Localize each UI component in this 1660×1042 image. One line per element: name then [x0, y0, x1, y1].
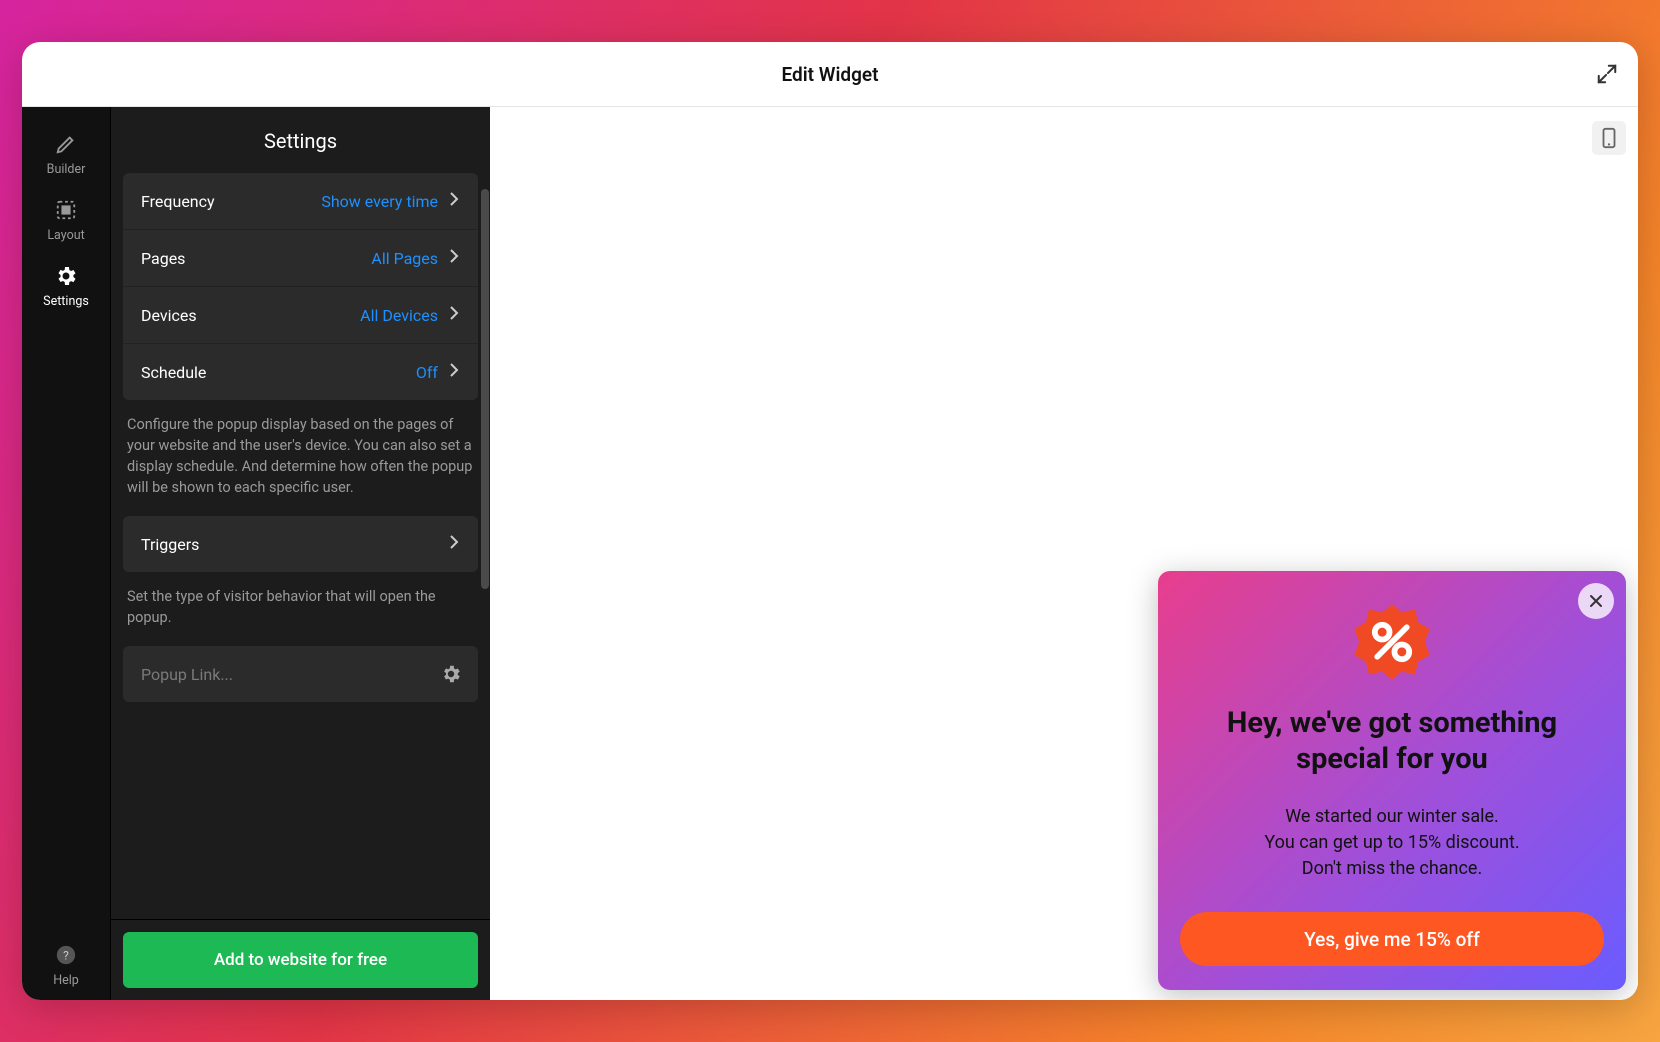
row-schedule[interactable]: Schedule Off [123, 344, 478, 400]
row-pages-value: All Pages [371, 249, 438, 268]
row-schedule-label: Schedule [141, 363, 416, 382]
row-triggers[interactable]: Triggers [123, 516, 478, 572]
rail-builder-label: Builder [47, 162, 86, 177]
panel-title: Settings [111, 107, 490, 173]
panel-scroll[interactable]: Frequency Show every time Pages All Page… [111, 173, 490, 919]
panel-scrollbar[interactable] [481, 189, 489, 589]
rail-help-label: Help [53, 973, 79, 988]
row-schedule-value: Off [416, 363, 438, 382]
expand-icon [1596, 63, 1618, 85]
chevron-right-icon [448, 534, 460, 554]
panel-bottom-bar: Add to website for free [111, 919, 490, 1000]
row-pages[interactable]: Pages All Pages [123, 230, 478, 287]
popup-body-line3: Don't miss the chance. [1302, 858, 1482, 879]
preview-canvas: Hey, we've got something special for you… [490, 107, 1638, 1000]
rail-builder[interactable]: Builder [22, 121, 110, 187]
pencil-icon [53, 131, 79, 157]
display-settings-description: Configure the popup display based on the… [123, 406, 478, 516]
popup-close-button[interactable] [1578, 583, 1614, 619]
row-frequency-label: Frequency [141, 192, 321, 211]
settings-panel: Settings Frequency Show every time Pages… [110, 107, 490, 1000]
help-icon: ? [53, 942, 79, 968]
triggers-card: Triggers [123, 516, 478, 572]
popup-body-line2: You can get up to 15% discount. [1264, 832, 1519, 853]
triggers-description: Set the type of visitor behavior that wi… [123, 578, 478, 646]
phone-icon [1601, 127, 1617, 149]
add-to-website-button[interactable]: Add to website for free [123, 932, 478, 988]
popup-body: We started our winter sale. You can get … [1180, 804, 1604, 882]
row-triggers-label: Triggers [141, 535, 448, 554]
layout-icon [53, 197, 79, 223]
gear-icon [53, 263, 79, 289]
popup-body-line1: We started our winter sale. [1285, 806, 1499, 827]
row-devices-value: All Devices [360, 306, 438, 325]
rail-layout[interactable]: Layout [22, 187, 110, 253]
popup-link-settings-button[interactable] [436, 659, 466, 689]
popup-cta-button[interactable]: Yes, give me 15% off [1180, 912, 1604, 966]
window-title: Edit Widget [781, 63, 878, 86]
popup-preview: Hey, we've got something special for you… [1158, 571, 1626, 990]
rail-settings[interactable]: Settings [22, 253, 110, 319]
row-pages-label: Pages [141, 249, 371, 268]
chevron-right-icon [448, 362, 460, 382]
row-frequency-value: Show every time [321, 192, 438, 211]
popup-heading: Hey, we've got something special for you [1180, 705, 1604, 778]
row-frequency[interactable]: Frequency Show every time [123, 173, 478, 230]
expand-button[interactable] [1592, 59, 1622, 89]
chevron-right-icon [448, 248, 460, 268]
close-icon [1588, 593, 1604, 609]
rail-help[interactable]: ? Help [22, 932, 110, 1000]
gear-icon [440, 663, 462, 685]
popup-link-row [123, 646, 478, 702]
row-devices-label: Devices [141, 306, 360, 325]
editor-window: Edit Widget Builder Layout [22, 42, 1638, 1000]
chevron-right-icon [448, 191, 460, 211]
rail-settings-label: Settings [43, 294, 89, 309]
nav-rail: Builder Layout Settings ? Help [22, 107, 110, 1000]
discount-badge-icon [1351, 601, 1433, 683]
svg-text:?: ? [63, 949, 69, 963]
chevron-right-icon [448, 305, 460, 325]
popup-link-input[interactable] [141, 665, 436, 684]
titlebar: Edit Widget [22, 42, 1638, 107]
main-area: Builder Layout Settings ? Help [22, 107, 1638, 1000]
rail-layout-label: Layout [47, 228, 84, 243]
row-devices[interactable]: Devices All Devices [123, 287, 478, 344]
display-settings-card: Frequency Show every time Pages All Page… [123, 173, 478, 400]
device-preview-button[interactable] [1592, 121, 1626, 155]
